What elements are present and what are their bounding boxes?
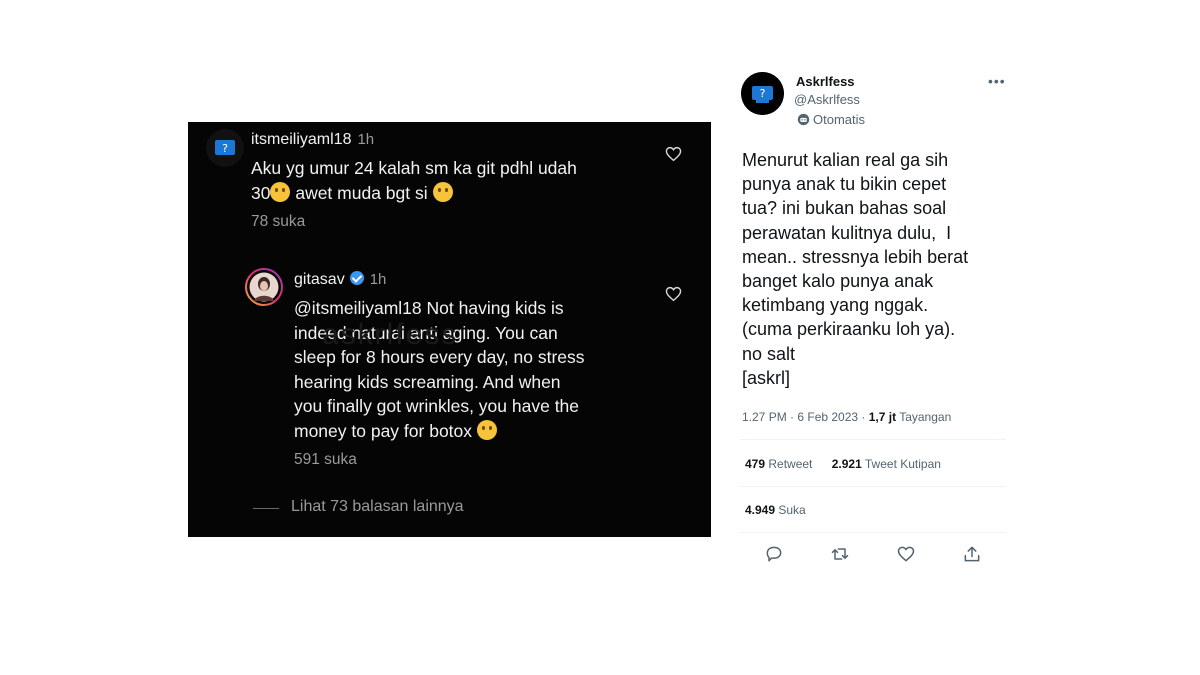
- engagement-stats: 479 Retweet 2.921 Tweet Kutipan: [745, 457, 941, 471]
- tweet-meta: 1.27 PM · 6 Feb 2023 · 1,7 jt Tayangan: [742, 410, 951, 424]
- comment-text-part: awet muda bgt si: [290, 182, 428, 203]
- retweets-count: 479: [745, 457, 766, 471]
- likes-stat[interactable]: 4.949 Suka: [745, 503, 806, 517]
- likes-label: Suka: [775, 503, 806, 517]
- commenter-avatar: ?: [206, 129, 244, 167]
- replier-avatar: [245, 268, 283, 306]
- tweet-text-line: [askrl]: [742, 367, 791, 388]
- star-eyes-emoji-icon: [432, 181, 453, 202]
- comment-text-part: 30: [251, 182, 271, 203]
- reply-likes[interactable]: 591 suka: [294, 451, 357, 469]
- bot-icon: [797, 113, 810, 126]
- reply-text-line: sleep for 8 hours every day, no stress: [294, 347, 585, 367]
- reply-text: @itsmeiliyaml18 Not having kids is indee…: [294, 296, 585, 443]
- reply-time: 1h: [369, 271, 387, 288]
- comment-username[interactable]: itsmeiliyaml18: [251, 131, 351, 148]
- comment-text: Aku yg umur 24 kalah sm ka git pdhl udah…: [251, 156, 577, 205]
- divider: [740, 439, 1006, 440]
- tweet-timestamp[interactable]: 1.27 PM · 6 Feb 2023 ·: [742, 410, 869, 424]
- display-name[interactable]: Askrlfess: [796, 74, 855, 89]
- automated-label[interactable]: Otomatis: [797, 112, 865, 127]
- reply-heart-icon[interactable]: [665, 286, 682, 302]
- svg-text:?: ?: [222, 142, 228, 155]
- tweet-text-line: (cuma perkiraanku loh ya).: [742, 319, 956, 340]
- account-avatar[interactable]: ?: [741, 72, 784, 115]
- view-more-replies[interactable]: Lihat 73 balasan lainnya: [291, 498, 464, 516]
- more-icon[interactable]: •••: [988, 73, 1006, 89]
- tweet-text-line: mean.. stressnya lebih berat: [742, 246, 969, 267]
- reply-text-line: indeed natural anti aging. You can: [294, 322, 558, 343]
- tweet-text-line: banget kalo punya anak: [742, 271, 934, 292]
- retweet-icon[interactable]: [830, 544, 850, 564]
- svg-text:?: ?: [760, 87, 766, 100]
- comment-time: 1h: [357, 131, 375, 148]
- views-count: 1,7 jt: [868, 410, 897, 424]
- tweet-text-line: perawatan kulitnya dulu, I: [742, 222, 952, 243]
- laughing-emoji-icon: [476, 419, 497, 440]
- quotes-count: 2.921: [831, 457, 862, 471]
- views-label: Tayangan: [896, 410, 952, 424]
- tweet-text: Menurut kalian real ga sih punya anak tu…: [742, 148, 1012, 390]
- reply-text-line: money to pay for botox: [294, 419, 585, 444]
- tweet-text-line: no salt: [742, 343, 796, 364]
- reply-text-line: hearing kids screaming. And when: [294, 371, 561, 392]
- reply-icon[interactable]: [764, 544, 784, 564]
- reply-text-part: money to pay for botox: [294, 420, 473, 441]
- reply-header: gitasav 1h: [294, 271, 386, 289]
- user-handle[interactable]: @Askrlfess: [794, 92, 860, 107]
- tweet-text-line: tua? ini bukan bahas soal: [742, 198, 947, 219]
- divider: [740, 532, 1006, 533]
- tweet-text-line: ketimbang yang nggak.: [742, 295, 929, 316]
- verified-badge-icon: [349, 271, 364, 285]
- reply-username[interactable]: gitasav: [294, 271, 345, 288]
- crying-emoji-icon: [270, 181, 291, 202]
- reply-text-line: you finally got wrinkles, you have the: [294, 396, 580, 416]
- reply-text-line: @itsmeiliyaml18 Not having kids is: [294, 298, 564, 318]
- retweets-label: Retweet: [765, 457, 813, 471]
- tweet-text-line: punya anak tu bikin cepet: [742, 174, 947, 195]
- comment-header: itsmeiliyaml18 1h: [251, 131, 374, 149]
- comment-text-line: Aku yg umur 24 kalah sm ka git pdhl udah: [251, 158, 577, 178]
- automated-text: Otomatis: [813, 112, 866, 127]
- tweet-text-line: Menurut kalian real ga sih: [742, 150, 949, 170]
- divider: [740, 486, 1006, 487]
- replies-divider: [253, 508, 279, 509]
- comment-heart-icon[interactable]: [665, 146, 682, 162]
- quotes-stat[interactable]: 2.921 Tweet Kutipan: [832, 457, 941, 471]
- likes-count: 4.949: [745, 503, 776, 517]
- comment-likes[interactable]: 78 suka: [251, 213, 305, 231]
- quotes-label: Tweet Kutipan: [861, 457, 941, 471]
- retweets-stat[interactable]: 479 Retweet: [745, 457, 812, 471]
- share-icon[interactable]: [962, 544, 982, 564]
- comment-text-line: 30 awet muda bgt si: [251, 181, 577, 206]
- heart-icon[interactable]: [896, 544, 916, 564]
